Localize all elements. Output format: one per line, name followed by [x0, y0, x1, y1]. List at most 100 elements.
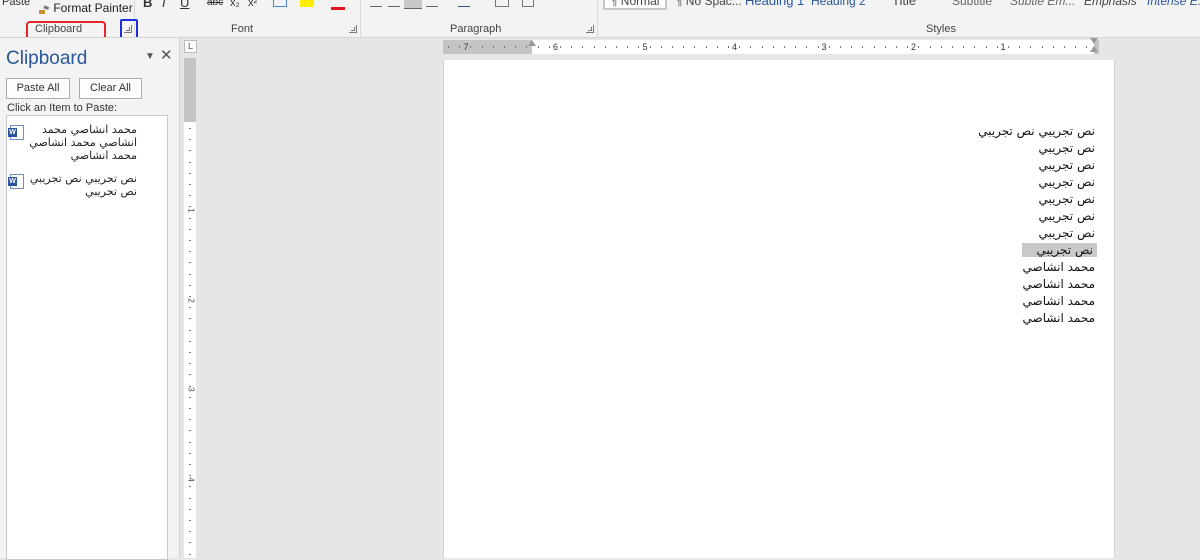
ruler-tick — [605, 46, 606, 48]
document-line-text: نص تجريبي — [1038, 192, 1095, 206]
document-line[interactable]: نص تجريبي نص تجريبي — [697, 123, 1097, 140]
clipboard-item[interactable]: محمد انشاصي محمد انشاصي محمد انشاصي محمد… — [8, 123, 164, 165]
ruler-tick — [818, 46, 819, 48]
ruler-tick — [672, 46, 673, 48]
ruler-tick — [974, 46, 975, 48]
ruler-tick — [862, 46, 863, 48]
ruler-tick — [997, 46, 998, 48]
hanging-indent-marker[interactable] — [1090, 46, 1098, 52]
paste-hint: Click an Item to Paste: — [7, 102, 118, 114]
ruler-tick — [773, 46, 774, 48]
document-line[interactable]: محمد انشاصي — [697, 259, 1097, 276]
ruler-tick — [189, 262, 191, 263]
text-effects-icon[interactable] — [273, 0, 287, 7]
ruler-tick — [952, 46, 953, 48]
ruler-tick — [750, 46, 751, 48]
first-line-indent-marker[interactable] — [1090, 38, 1098, 44]
underline-button[interactable]: U — [180, 0, 189, 10]
selected-text-line[interactable]: نص تجريبي — [697, 242, 1097, 259]
ruler-tick — [189, 509, 191, 510]
ruler-tick — [189, 330, 191, 331]
document-line[interactable]: نص تجريبي — [697, 208, 1097, 225]
style-heading-1[interactable]: Heading 1 — [745, 0, 804, 8]
paste-all-button[interactable]: Paste All — [6, 78, 70, 99]
shading-icon[interactable] — [495, 0, 509, 7]
font-dialog-launcher-icon[interactable] — [349, 25, 357, 33]
bold-button[interactable]: B — [143, 0, 152, 10]
paste-button[interactable]: Paste — [2, 0, 30, 9]
highlight-icon[interactable] — [300, 0, 314, 7]
ruler-tick — [493, 46, 494, 48]
document-page[interactable]: نص تجريبي نص تجريبي نص تجريبي نص تجريبي نص … — [443, 60, 1115, 558]
ruler-tick — [1053, 46, 1054, 48]
font-color-icon[interactable] — [331, 0, 345, 10]
strikethrough-button[interactable]: abc — [207, 0, 223, 10]
style-title[interactable]: Title — [892, 0, 916, 8]
ruler-number: 6 — [552, 42, 558, 52]
italic-button[interactable]: I — [162, 0, 166, 10]
document-line[interactable]: محمد انشاصي — [697, 293, 1097, 310]
left-indent-marker[interactable] — [528, 40, 536, 46]
document-line[interactable]: نص تجريبي — [697, 157, 1097, 174]
document-line[interactable]: محمد انشاصي — [697, 310, 1097, 327]
format-painter-button[interactable]: Format Painter — [38, 1, 133, 15]
subscript-button[interactable]: x₂ — [230, 0, 240, 10]
style-emphasis[interactable]: Emphasis — [1084, 0, 1137, 8]
close-icon[interactable]: ✕ — [160, 46, 173, 64]
justify-icon[interactable] — [426, 0, 438, 7]
ruler-tick — [1086, 46, 1087, 48]
style-normal[interactable]: ¶ Normal — [603, 0, 668, 10]
ruler-tick — [189, 397, 191, 398]
ruler-tick — [616, 46, 617, 48]
ruler-tick — [1075, 46, 1076, 48]
document-line-text: محمد انشاصي — [1022, 260, 1095, 274]
blue-annotation-box — [120, 19, 138, 37]
ruler-tick — [1030, 46, 1031, 48]
paragraph-dialog-launcher-icon[interactable] — [586, 25, 594, 33]
ruler-tick — [762, 46, 763, 48]
ruler-tick — [189, 229, 191, 230]
ruler-tick — [1019, 46, 1020, 48]
document-line-text: نص تجريبي نص تجريبي — [978, 124, 1095, 138]
document-line[interactable]: نص تجريبي — [697, 191, 1097, 208]
align-left-icon[interactable] — [370, 0, 382, 7]
style-subtitle[interactable]: Subtitle — [952, 0, 992, 8]
vertical-ruler[interactable]: L 1 2 3 4 — [180, 38, 198, 558]
line-spacing-icon[interactable] — [458, 0, 470, 7]
pane-options-dropdown-icon[interactable]: ▼ — [145, 51, 155, 62]
document-line-text: محمد انشاصي — [1022, 294, 1095, 308]
clipboard-item[interactable]: نص تجريبي نص تجريبي نص تجريبي — [8, 172, 164, 202]
style-no-spacing[interactable]: ¶ No Spac... — [676, 0, 742, 8]
ruler-tick — [706, 46, 707, 48]
ribbon: Paste Format Painter Clipboard B I U abc… — [0, 0, 1200, 38]
ruler-tick — [189, 531, 191, 532]
align-center-icon[interactable] — [388, 0, 400, 7]
ruler-tick — [189, 374, 191, 375]
ruler-tick — [851, 46, 852, 48]
borders-icon[interactable] — [522, 0, 534, 7]
ruler-tick — [189, 128, 191, 129]
document-line-text: نص تجريبي — [1038, 141, 1095, 155]
ruler-tick — [795, 46, 796, 48]
ruler-tick — [189, 162, 191, 163]
superscript-button[interactable]: x² — [248, 0, 257, 10]
clear-all-button[interactable]: Clear All — [79, 78, 142, 99]
ruler-number: 2 — [186, 297, 196, 303]
style-heading-2[interactable]: Heading 2 — [811, 0, 866, 8]
horizontal-ruler[interactable]: 7654321 — [443, 38, 1099, 54]
ruler-tick — [189, 430, 191, 431]
style-intense-emphasis[interactable]: Intense E... — [1147, 0, 1200, 8]
document-line[interactable]: نص تجريبي — [697, 225, 1097, 242]
ruler-tick — [459, 46, 460, 48]
document-line[interactable]: نص تجريبي — [697, 174, 1097, 191]
document-line[interactable]: نص تجريبي — [697, 140, 1097, 157]
ruler-tick — [189, 386, 191, 387]
document-body[interactable]: نص تجريبي نص تجريبي نص تجريبي نص تجريبي نص … — [697, 123, 1097, 327]
document-line[interactable]: محمد انشاصي — [697, 276, 1097, 293]
tab-selector[interactable]: L — [184, 40, 197, 53]
ruler-tick — [526, 46, 527, 48]
ruler-tick — [189, 475, 191, 476]
style-subtle-emphasis[interactable]: Subtle Em... — [1010, 0, 1075, 8]
align-right-icon[interactable] — [404, 0, 422, 9]
ruler-tick — [189, 318, 191, 319]
